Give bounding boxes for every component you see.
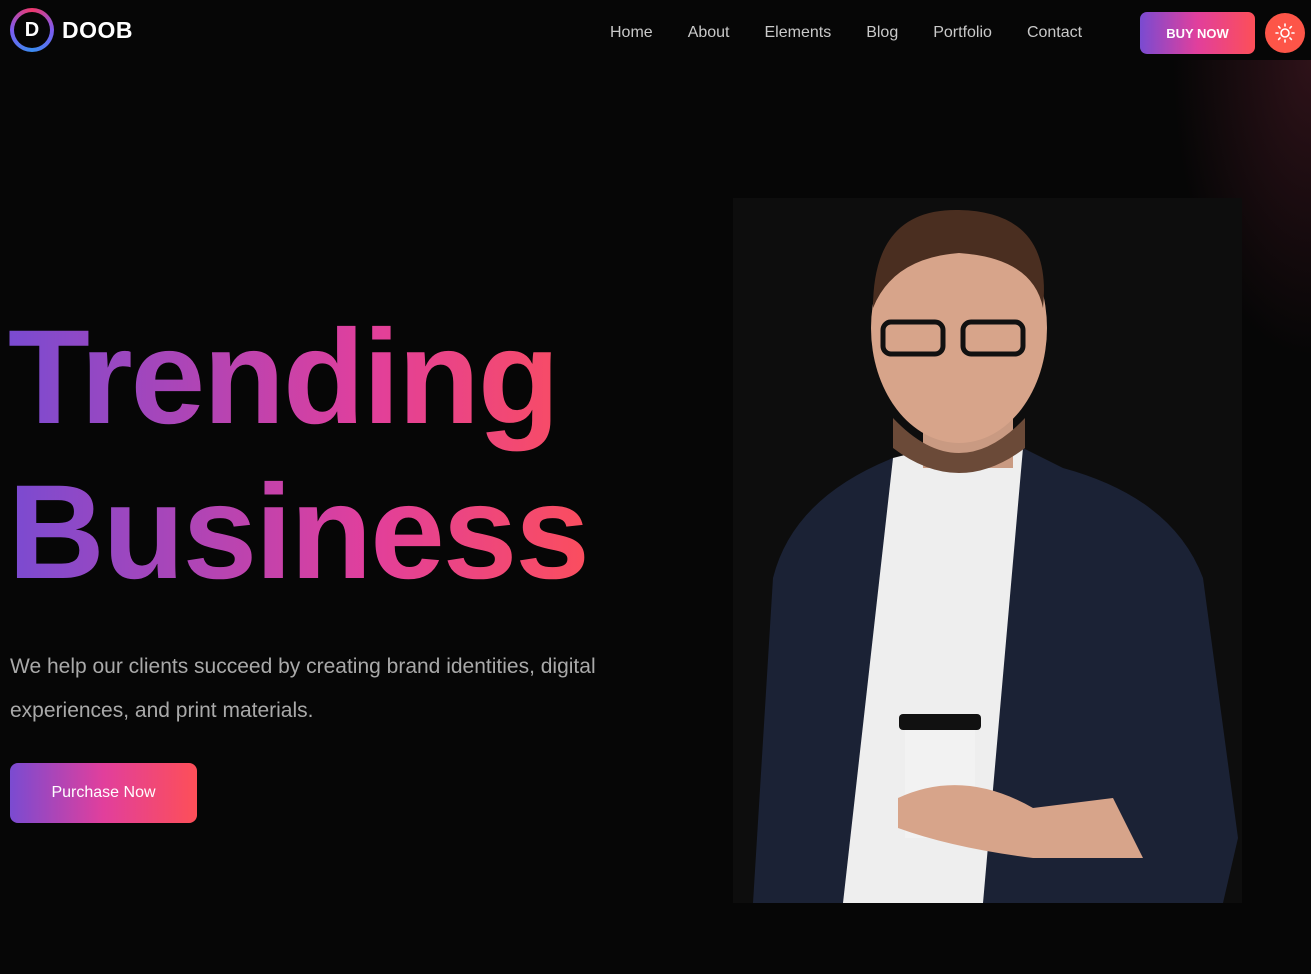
logo[interactable]: D DOOB — [10, 8, 133, 52]
hero-person-image — [733, 198, 1242, 903]
hero-title-line-2: Business — [8, 458, 588, 607]
hero-title-line-1: Trending — [8, 303, 558, 452]
purchase-now-button[interactable]: Purchase Now — [10, 763, 197, 823]
buy-now-button[interactable]: BUY NOW — [1140, 12, 1255, 54]
nav-portfolio[interactable]: Portfolio — [933, 24, 992, 42]
main-nav: Home About Elements Blog Portfolio Conta… — [610, 24, 1082, 42]
logo-letter: D — [14, 12, 50, 48]
logo-mark: D — [10, 8, 54, 52]
theme-toggle-button[interactable] — [1265, 13, 1305, 53]
nav-about[interactable]: About — [688, 24, 730, 42]
hero-description: We help our clients succeed by creating … — [10, 655, 596, 722]
nav-contact[interactable]: Contact — [1027, 24, 1082, 42]
nav-elements[interactable]: Elements — [765, 24, 832, 42]
nav-home[interactable]: Home — [610, 24, 653, 42]
nav-blog[interactable]: Blog — [866, 24, 898, 42]
logo-text: DOOB — [62, 16, 133, 43]
hero-title: Trending Business — [8, 300, 608, 610]
sun-icon — [1275, 23, 1295, 43]
site-header: D DOOB Home About Elements Blog Portfoli… — [0, 0, 1311, 66]
